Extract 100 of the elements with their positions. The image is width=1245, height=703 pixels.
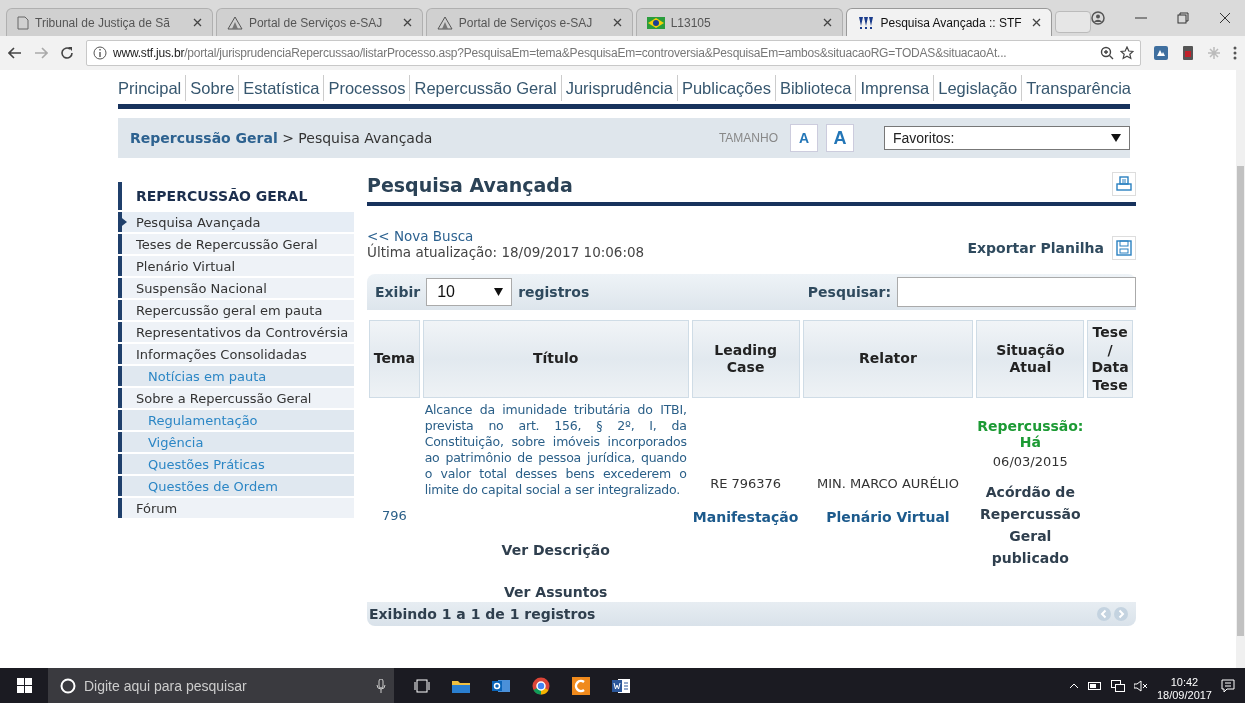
folder-icon[interactable]	[452, 678, 470, 693]
dropdown-value: Favoritos:	[893, 130, 955, 146]
sidebar-item[interactable]: Fórum	[118, 498, 354, 518]
nav-link[interactable]: Jurisprudência	[560, 75, 677, 101]
browser-app-icon[interactable]	[532, 676, 550, 695]
clock[interactable]: 10:42 18/09/2017	[1156, 675, 1212, 702]
browser-tab[interactable]: Portal de Serviços e-SAJ	[425, 8, 633, 36]
search-field[interactable]	[897, 277, 1136, 307]
tab-title: Portal de Serviços e-SAJ	[248, 15, 384, 30]
flag-icon	[646, 16, 665, 29]
page-title: Pesquisa Avançada	[367, 174, 573, 196]
sidebar-item[interactable]: Informações Consolidadas	[118, 344, 354, 364]
records-label: registros	[518, 284, 590, 300]
sidebar-item[interactable]: Sobre a Repercussão Geral	[118, 388, 354, 408]
nav-link[interactable]: Imprensa	[855, 75, 934, 101]
mail-app-icon[interactable]	[492, 677, 510, 694]
new-search-link[interactable]: << Nova Busca	[367, 228, 645, 244]
nav-link[interactable]: Legislação	[933, 75, 1022, 101]
tab-title: Pesquisa Avançada :: STF	[880, 15, 1023, 30]
close-icon[interactable]	[1032, 18, 1042, 27]
scrollbar[interactable]	[1236, 70, 1245, 668]
chevron-up-icon[interactable]	[1068, 682, 1079, 689]
close-icon[interactable]	[402, 18, 412, 27]
word-app-icon[interactable]	[612, 677, 630, 694]
print-button[interactable]	[1112, 172, 1136, 196]
column-header[interactable]: Tese / Data Tese	[1087, 320, 1133, 398]
task-view-icon[interactable]	[414, 678, 430, 693]
last-update-text: Última atualização: 18/09/2017 10:06:08	[367, 244, 645, 260]
browser-tab[interactable]: Portal de Serviços e-SAJ	[215, 8, 423, 36]
column-header[interactable]: Relator	[802, 320, 974, 398]
nav-link[interactable]: Processos	[323, 75, 410, 101]
description-link[interactable]: Ver Descrição	[424, 542, 687, 558]
search-placeholder: Digite aqui para pesquisar	[84, 677, 248, 694]
size-label: TAMANHO	[718, 131, 778, 145]
browser-tab[interactable]: Pesquisa Avançada :: STF	[845, 8, 1053, 36]
profile-icon[interactable]	[1091, 11, 1105, 25]
nav-link[interactable]: Biblioteca	[774, 75, 856, 101]
close-icon[interactable]	[192, 18, 202, 27]
nav-link[interactable]: Estatística	[238, 75, 324, 101]
column-header[interactable]: Título	[422, 320, 689, 398]
column-header[interactable]: Tema	[369, 320, 420, 398]
nav-link[interactable]: Repercussão Geral	[409, 75, 561, 101]
close-icon[interactable]	[612, 18, 622, 27]
font-size-button[interactable]: A	[790, 124, 818, 152]
records-info: Exibindo 1 a 1 de 1 registros	[369, 606, 596, 622]
sidebar-item[interactable]: Representativos da Controvérsia	[118, 322, 354, 342]
description-link[interactable]: Ver Assuntos	[424, 584, 687, 600]
sidebar-item[interactable]: Plenário Virtual	[118, 256, 354, 276]
nav-link[interactable]: Publicações	[676, 75, 775, 101]
manifestation-link[interactable]: Manifestação	[691, 508, 800, 525]
menu-icon[interactable]	[1233, 46, 1237, 60]
sidebar-item[interactable]: Teses de Repercussão Geral	[118, 234, 354, 254]
virtual-plenary-link[interactable]: Plenário Virtual	[802, 508, 974, 525]
sidebar-item[interactable]: Suspensão Nacional	[118, 278, 354, 298]
sidebar-item[interactable]: Pesquisa Avançada	[118, 212, 354, 232]
network-icon[interactable]	[1110, 679, 1125, 692]
microphone-icon[interactable]	[376, 678, 386, 693]
table-cell: 796	[381, 507, 407, 523]
breadcrumb-link[interactable]: Repercussão Geral	[130, 130, 278, 146]
page-size-dropdown[interactable]: 10	[426, 278, 513, 306]
speaker-muted-icon[interactable]	[1133, 679, 1148, 692]
tab-title: Portal de Serviços e-SAJ	[458, 15, 594, 30]
browser-tab[interactable]: Tribunal de Justiça de Sã	[6, 8, 213, 36]
column-header[interactable]: Leading Case	[691, 320, 800, 398]
extension-icon[interactable]	[1181, 45, 1195, 61]
close-icon[interactable]	[822, 18, 832, 27]
clock-date: 18/09/2017	[1156, 688, 1212, 702]
address-bar[interactable]: www.stf.jus.br/portal/jurisprudenciaRepercussao/listarProcesso.asp?PesquisaEm=tema&PesquisaEm=controversia&PesquisaEm=ambos&situacaoRG=TODAS&situacaoAt...	[86, 40, 1141, 66]
browser-tab[interactable]: L13105	[635, 8, 843, 36]
breadcrumb-current: > Pesquisa Avançada	[281, 130, 433, 146]
nav-link[interactable]: Principal	[118, 75, 186, 101]
triangle-logo-icon	[226, 15, 243, 30]
reload-icon[interactable]	[60, 46, 74, 60]
document-app-icon[interactable]	[572, 676, 590, 695]
nav-link[interactable]: Transparência	[1021, 75, 1135, 101]
star-icon[interactable]	[1120, 46, 1134, 60]
back-arrow-icon[interactable]	[8, 47, 22, 59]
battery-icon[interactable]	[1087, 681, 1102, 690]
column-header[interactable]: Situação Atual	[976, 320, 1085, 398]
title-text: Alcance da imunidade tributária do ITBI, prevista no art. 156, § 2º, I, da Constituição, sobre imóveis incorporados ao patrimônio de pessoa jurídica, quando o valor total desses bens excederem o limite do capital social a ser integralizado.	[424, 402, 687, 498]
font-size-button[interactable]: A	[826, 124, 854, 152]
sidebar-item[interactable]: Repercussão geral em pauta	[118, 300, 354, 320]
caret-icon	[494, 288, 504, 296]
extension-icon[interactable]	[1153, 45, 1169, 61]
favorites-dropdown[interactable]: Favoritos:	[884, 126, 1130, 150]
zoom-icon[interactable]	[1100, 46, 1114, 60]
page-icon	[17, 15, 29, 30]
export-button[interactable]	[1112, 236, 1136, 260]
restore-icon[interactable]	[1177, 12, 1189, 24]
clock-time: 10:42	[1170, 675, 1199, 689]
url-host: www.stf.jus.br	[113, 46, 185, 60]
windows-logo-icon[interactable]	[16, 678, 32, 693]
search-label: Pesquisar:	[807, 284, 891, 300]
notifications-icon[interactable]	[1221, 678, 1235, 693]
nav-link[interactable]: Sobre	[185, 75, 239, 101]
exclamation-logo-icon	[856, 15, 875, 30]
close-icon[interactable]	[1219, 12, 1231, 24]
caret-icon	[1111, 134, 1121, 142]
taskbar-search-field[interactable]: Digite aqui para pesquisar	[48, 668, 394, 703]
url-path: /portal/jurisprudenciaRepercussao/listarProcesso.asp?PesquisaEm=tema&PesquisaEm=controversia&PesquisaEm=ambos&situacaoRG=TODAS&situacaoAt...	[184, 46, 1007, 60]
